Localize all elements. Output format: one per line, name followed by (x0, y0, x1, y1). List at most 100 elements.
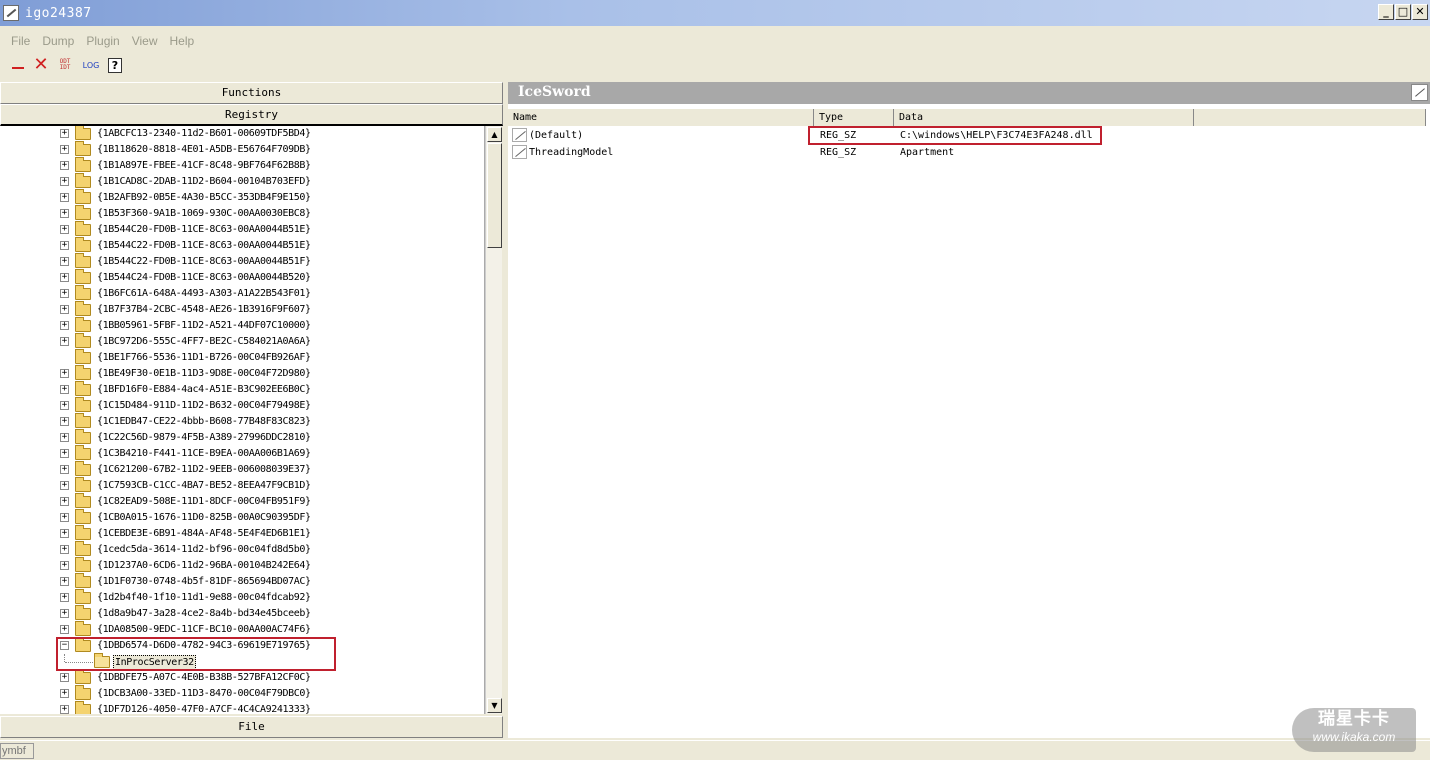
tree-item[interactable]: + {1B544C24-FD0B-11CE-8C63-00AA0044B520} (0, 269, 484, 286)
expand-icon[interactable]: + (60, 369, 69, 378)
expand-icon[interactable]: + (60, 129, 69, 138)
scroll-down-arrow-icon[interactable]: ▼ (487, 698, 502, 713)
tree-item[interactable]: + {1C7593CB-C1CC-4BA7-BE52-8EEA47F9CB1D} (0, 477, 484, 494)
menu-file[interactable]: File (0, 30, 36, 52)
tree-item[interactable]: + {1DBDFE75-A07C-4E0B-B38B-527BFA12CF0C} (0, 669, 484, 686)
close-button[interactable]: ✕ (1412, 4, 1428, 20)
tree-scrollbar[interactable]: ▲ ▼ (485, 126, 502, 714)
tree-item[interactable]: + {1CB0A015-1676-11D0-825B-00A0C90395DF} (0, 509, 484, 526)
expand-icon[interactable]: + (60, 305, 69, 314)
tree-item[interactable]: + {1B7F37B4-2CBC-4548-AE26-1B3916F9F607} (0, 301, 484, 318)
expand-icon[interactable]: + (60, 689, 69, 698)
tree-item[interactable]: {1BE1F766-5536-11D1-B726-00C04FB926AF} (0, 349, 484, 366)
minus-icon[interactable] (10, 57, 26, 73)
registry-tree[interactable]: + {1ABCFC13-2340-11d2-B601-00609TDF5BD4} +… (0, 126, 485, 714)
registry-header[interactable]: Registry (0, 104, 503, 126)
tree-item[interactable]: + {1C82EAD9-508E-11D1-8DCF-00C04FB951F9} (0, 493, 484, 510)
menu-dump[interactable]: Dump (36, 30, 80, 52)
tree-item[interactable]: + {1C22C56D-9879-4F5B-A389-27996DDC2810} (0, 429, 484, 446)
expand-icon[interactable]: + (60, 529, 69, 538)
expand-icon[interactable]: + (60, 273, 69, 282)
tree-item[interactable]: + {1B1CAD8C-2DAB-11D2-B604-00104B703EFD} (0, 173, 484, 190)
expand-icon[interactable]: + (60, 449, 69, 458)
tree-item-label: {1DBDFE75-A07C-4E0B-B38B-527BFA12CF0C} (97, 672, 311, 683)
expand-icon[interactable]: + (60, 673, 69, 682)
functions-header[interactable]: Functions (0, 82, 503, 104)
expand-icon[interactable]: + (60, 289, 69, 298)
tree-item[interactable]: + {1BC972D6-555C-4FF7-BE2C-C584021A0A6A} (0, 333, 484, 350)
scroll-thumb[interactable] (487, 143, 502, 248)
column-data[interactable]: Data (894, 109, 1194, 126)
expand-icon[interactable]: + (60, 577, 69, 586)
tree-item[interactable]: + {1CEBDE3E-6B91-484A-AF48-5E4F4ED6B1E1} (0, 525, 484, 542)
expand-icon[interactable]: + (60, 385, 69, 394)
expand-icon[interactable]: + (60, 433, 69, 442)
tree-item[interactable]: + {1B544C20-FD0B-11CE-8C63-00AA0044B51E} (0, 221, 484, 238)
tree-item[interactable]: + {1d2b4f40-1f10-11d1-9e88-00c04fdcab92} (0, 589, 484, 606)
tree-item[interactable]: + {1BB05961-5FBF-11D2-A521-44DF07C10000} (0, 317, 484, 334)
tree-item[interactable]: + {1B6FC61A-648A-4493-A303-A1A22B543F01} (0, 285, 484, 302)
tree-item[interactable]: + {1DCB3A00-33ED-11D3-8470-00C04F79DBC0} (0, 685, 484, 702)
menu-view[interactable]: View (126, 30, 164, 52)
panel-icon[interactable] (1411, 84, 1428, 101)
folder-icon (75, 669, 91, 684)
tree-item[interactable]: + {1B118620-8818-4E01-A5DB-E56764F709DB} (0, 141, 484, 158)
expand-icon[interactable]: + (60, 609, 69, 618)
expand-icon[interactable]: + (60, 321, 69, 330)
tree-item-label: {1C82EAD9-508E-11D1-8DCF-00C04FB951F9} (97, 496, 311, 507)
column-name[interactable]: Name (508, 109, 814, 126)
menu-plugin[interactable]: Plugin (80, 30, 125, 52)
expand-icon[interactable]: + (60, 161, 69, 170)
expand-icon[interactable]: + (60, 481, 69, 490)
expand-icon[interactable]: + (60, 193, 69, 202)
expand-icon[interactable]: + (60, 625, 69, 634)
tree-item[interactable]: + {1B2AFB92-0B5E-4A30-B5CC-353DB4F9E150} (0, 189, 484, 206)
expand-icon[interactable]: + (60, 177, 69, 186)
expand-icon[interactable]: + (60, 497, 69, 506)
table-row[interactable]: ThreadingModel REG_SZ Apartment (508, 144, 1426, 161)
expand-icon[interactable]: + (60, 513, 69, 522)
tree-item[interactable]: + {1cedc5da-3614-11d2-bf96-00c04fd8d5b0} (0, 541, 484, 558)
tree-item[interactable]: + {1B1A897E-FBEE-41CF-8C48-9BF764F62B8B} (0, 157, 484, 174)
tree-item[interactable]: + {1B544C22-FD0B-11CE-8C63-00AA0044B51F} (0, 253, 484, 270)
tree-item-label: {1D1F0730-0748-4b5f-81DF-865694BD07AC} (97, 576, 311, 587)
expand-icon[interactable]: + (60, 561, 69, 570)
expand-icon[interactable]: + (60, 593, 69, 602)
tree-item[interactable]: + {1B53F360-9A1B-1069-930C-00AA0030EBC8} (0, 205, 484, 222)
watermark-main: 瑞星卡卡 (1318, 709, 1390, 729)
file-header[interactable]: File (0, 716, 503, 738)
expand-icon[interactable]: + (60, 225, 69, 234)
tree-item[interactable]: + {1BE49F30-0E1B-11D3-9D8E-00C04F72D980} (0, 365, 484, 382)
expand-icon[interactable]: + (60, 705, 69, 714)
expand-icon[interactable]: + (60, 257, 69, 266)
odt-idt-button[interactable]: ODT IDT (56, 57, 74, 73)
tree-item[interactable]: + {1C1EDB47-CE22-4bbb-B608-77B48F83C823} (0, 413, 484, 430)
minimize-button[interactable]: _ (1378, 4, 1394, 20)
tree-item[interactable]: + {1d8a9b47-3a28-4ce2-8a4b-bd34e45bceeb} (0, 605, 484, 622)
expand-icon[interactable]: + (60, 417, 69, 426)
help-icon[interactable]: ? (108, 57, 122, 73)
tree-item[interactable]: + {1D1F0730-0748-4b5f-81DF-865694BD07AC} (0, 573, 484, 590)
expand-icon[interactable]: + (60, 209, 69, 218)
tree-item[interactable]: + {1DF7D126-4050-47F0-A7CF-4C4CA9241333} (0, 701, 484, 714)
log-button[interactable]: LOG (81, 57, 101, 73)
scroll-up-arrow-icon[interactable]: ▲ (487, 127, 502, 142)
expand-icon[interactable]: + (60, 401, 69, 410)
tree-item[interactable]: + {1BFD16F0-E884-4ac4-A51E-B3C902EE6B0C} (0, 381, 484, 398)
menu-help[interactable]: Help (164, 30, 201, 52)
tree-item[interactable]: + {1B544C22-FD0B-11CE-8C63-00AA0044B51E} (0, 237, 484, 254)
delete-icon[interactable]: ✕ (33, 56, 49, 74)
tree-item[interactable]: + {1C3B4210-F441-11CE-B9EA-00AA006B1A69} (0, 445, 484, 462)
expand-icon[interactable]: + (60, 337, 69, 346)
tree-item[interactable]: + {1ABCFC13-2340-11d2-B601-00609TDF5BD4} (0, 126, 484, 142)
expand-icon[interactable]: + (60, 145, 69, 154)
expand-icon[interactable]: + (60, 465, 69, 474)
tree-item[interactable]: + {1C621200-67B2-11D2-9EEB-006008039E37} (0, 461, 484, 478)
maximize-button[interactable]: □ (1395, 4, 1411, 20)
tree-item[interactable]: + {1C15D484-911D-11D2-B632-00C04F79498E} (0, 397, 484, 414)
tree-item[interactable]: + {1DA08500-9EDC-11CF-BC10-00AA00AC74F6} (0, 621, 484, 638)
expand-icon[interactable]: + (60, 545, 69, 554)
tree-item[interactable]: + {1D1237A0-6CD6-11d2-96BA-00104B242E64} (0, 557, 484, 574)
column-type[interactable]: Type (814, 109, 894, 126)
expand-icon[interactable]: + (60, 241, 69, 250)
